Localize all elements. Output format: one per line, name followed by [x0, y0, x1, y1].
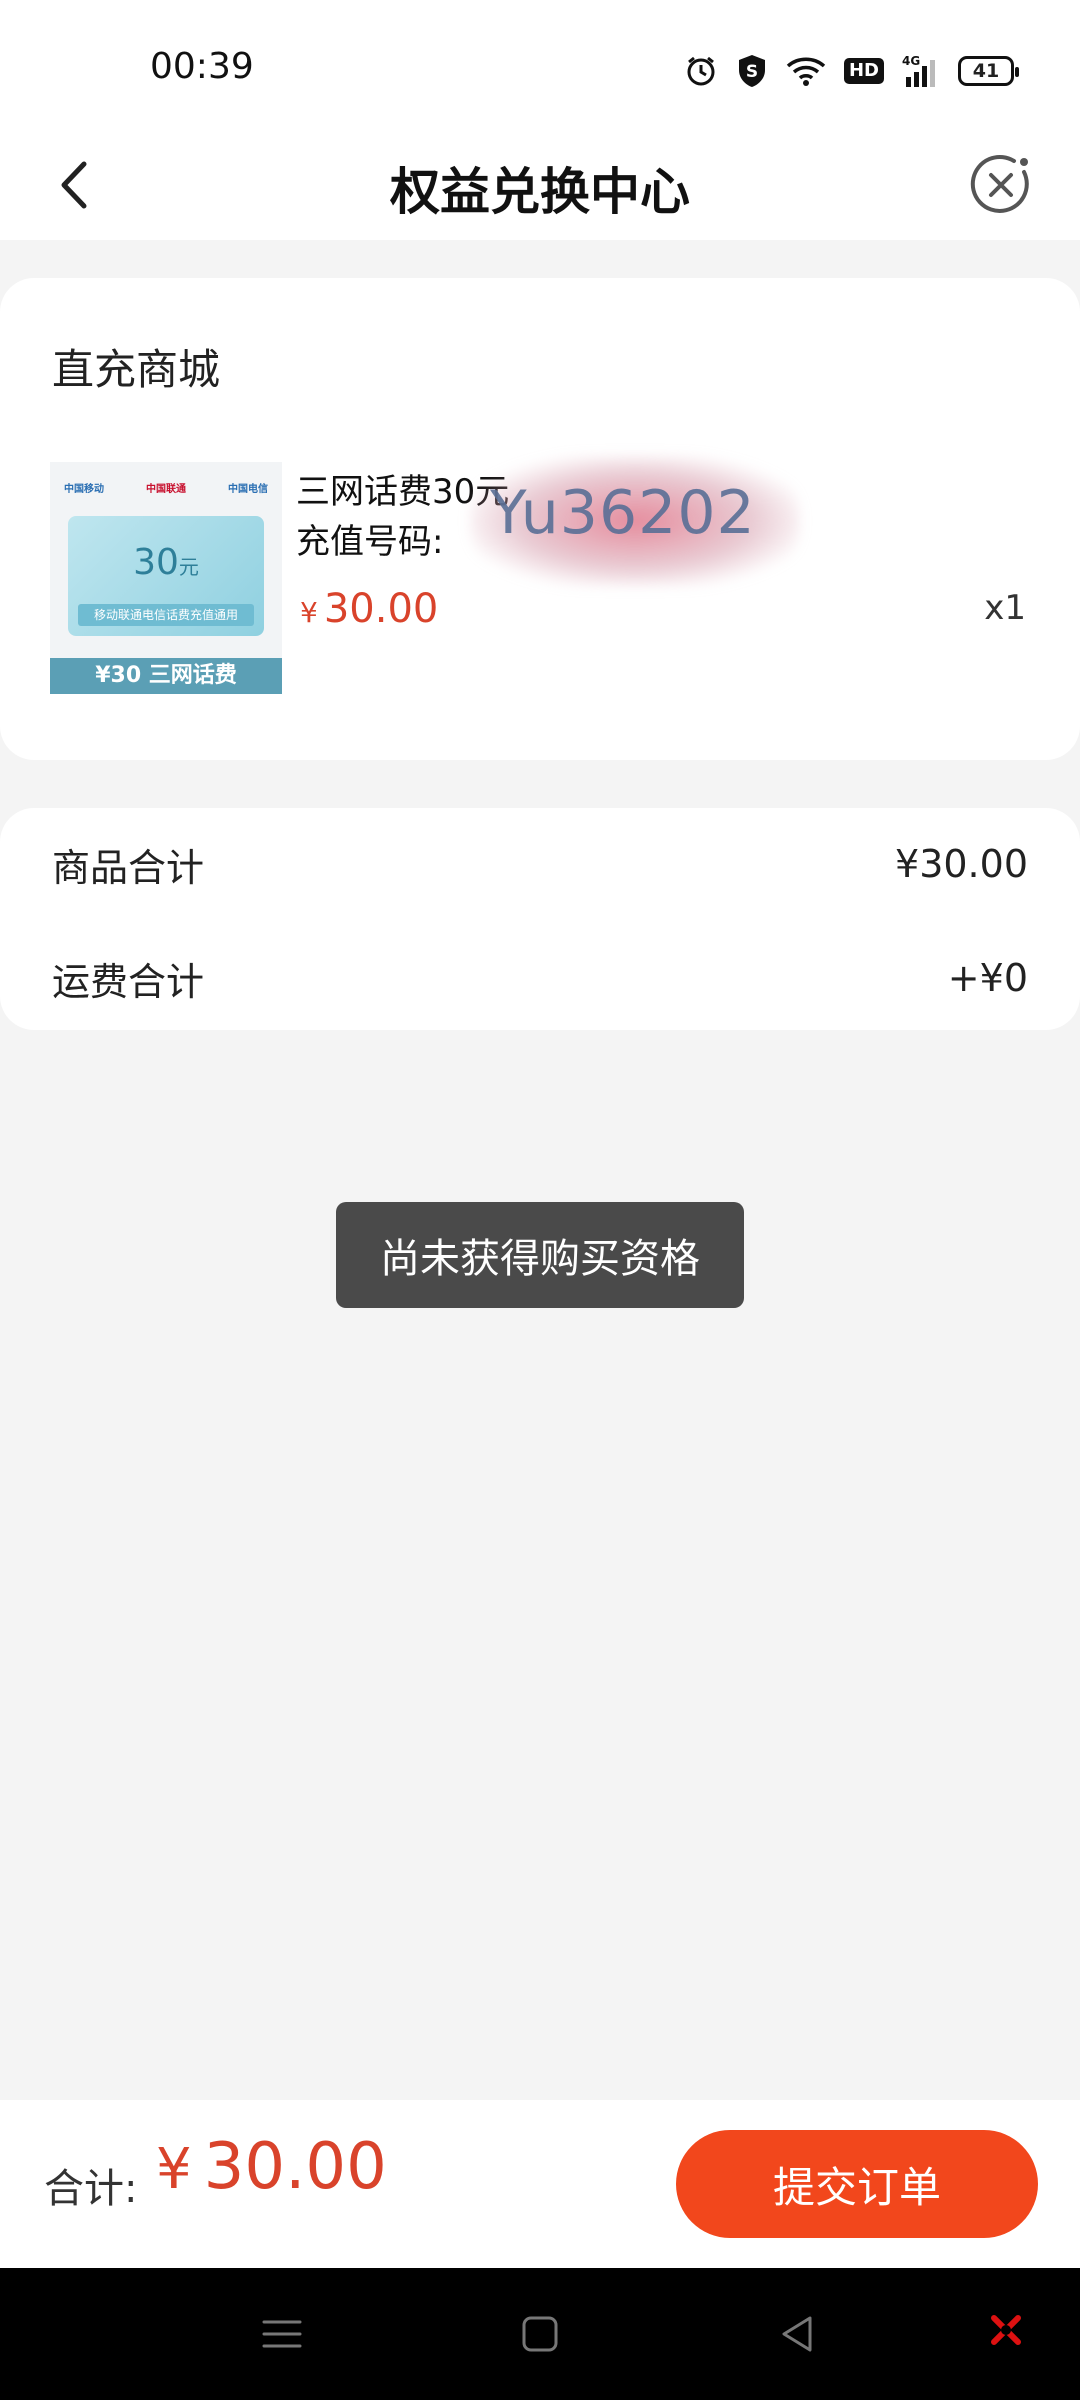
shipping-total-value: +¥0 [947, 956, 1028, 1000]
shop-title: 直充商城 [52, 345, 221, 394]
page-title: 权益兑换中心 [390, 163, 690, 221]
carrier-logo-telecom: 中国电信 [228, 483, 268, 495]
product-price: ¥30.00 [300, 586, 438, 632]
shield-s-icon: S [736, 53, 768, 89]
total-label: 合计: [44, 2166, 138, 2212]
toast-message: 尚未获得购买资格 [336, 1202, 744, 1308]
menu-icon [262, 2320, 302, 2348]
shop-card: 直充商城 中国移动 中国联通 中国电信 30元 移动联通电信话费充值通用 ¥30… [0, 278, 1080, 760]
wifi-icon [786, 55, 826, 87]
home-icon [522, 2316, 558, 2352]
order-bottom-bar: 合计: ¥30.00 提交订单 [0, 2100, 1080, 2268]
watermark-logo-icon [991, 2315, 1021, 2345]
triangle-back-icon [782, 2316, 812, 2352]
shipping-total-label: 运费合计 [52, 959, 205, 1004]
shipping-total-row: 运费合计 +¥0 [52, 948, 1028, 1008]
nav-bar: 权益兑换中心 [0, 130, 1080, 240]
signal-icon: 4G [902, 53, 940, 89]
system-nav-bar [0, 2268, 1080, 2400]
svg-text:4G: 4G [902, 54, 920, 68]
obscured-watermark-text: Yu36202 [490, 478, 756, 548]
summary-card: 商品合计 ¥30.00 运费合计 +¥0 [0, 808, 1080, 1030]
product-thumbnail[interactable]: 中国移动 中国联通 中国电信 30元 移动联通电信话费充值通用 ¥30 三网话费 [50, 462, 282, 694]
battery-icon: 41 [958, 56, 1019, 86]
goods-total-row: 商品合计 ¥30.00 [52, 834, 1028, 894]
carrier-logo-unicom: 中国联通 [146, 483, 186, 495]
close-button[interactable] [964, 148, 1038, 222]
price-value: 30.00 [323, 586, 439, 632]
carrier-logo-mobile: 中国移动 [64, 483, 104, 495]
home-button[interactable] [514, 2308, 566, 2360]
status-time: 00:39 [150, 46, 254, 87]
close-circle-icon [970, 155, 1029, 213]
svg-text:S: S [746, 62, 758, 82]
price-currency: ¥ [300, 596, 318, 629]
goods-total-label: 商品合计 [52, 845, 205, 890]
status-bar: 00:39 S HD 4G 41 [0, 0, 1080, 130]
alarm-icon [684, 54, 718, 88]
menu-button[interactable] [256, 2308, 308, 2360]
goods-total-value: ¥30.00 [895, 842, 1028, 886]
thumbnail-strip: 移动联通电信话费充值通用 [78, 604, 254, 626]
thumbnail-card-graphic: 30元 移动联通电信话费充值通用 [68, 516, 264, 636]
total-value: 30.00 [203, 2130, 387, 2204]
thumbnail-footer: ¥30 三网话费 [50, 658, 282, 694]
hd-icon: HD [843, 58, 884, 84]
product-quantity: x1 [984, 588, 1026, 628]
watermark-logo [990, 2314, 1022, 2346]
phone-label: 充值号码: [296, 522, 444, 562]
total-currency: ¥ [156, 2137, 192, 2202]
back-nav-button[interactable] [772, 2308, 824, 2360]
thumbnail-amount: 30元 [133, 542, 199, 583]
status-icons: S HD 4G 41 [684, 50, 1019, 92]
submit-order-button[interactable]: 提交订单 [676, 2130, 1038, 2238]
total-amount: ¥30.00 [156, 2130, 387, 2204]
carrier-logos: 中国移动 中国联通 中国电信 [64, 472, 268, 502]
